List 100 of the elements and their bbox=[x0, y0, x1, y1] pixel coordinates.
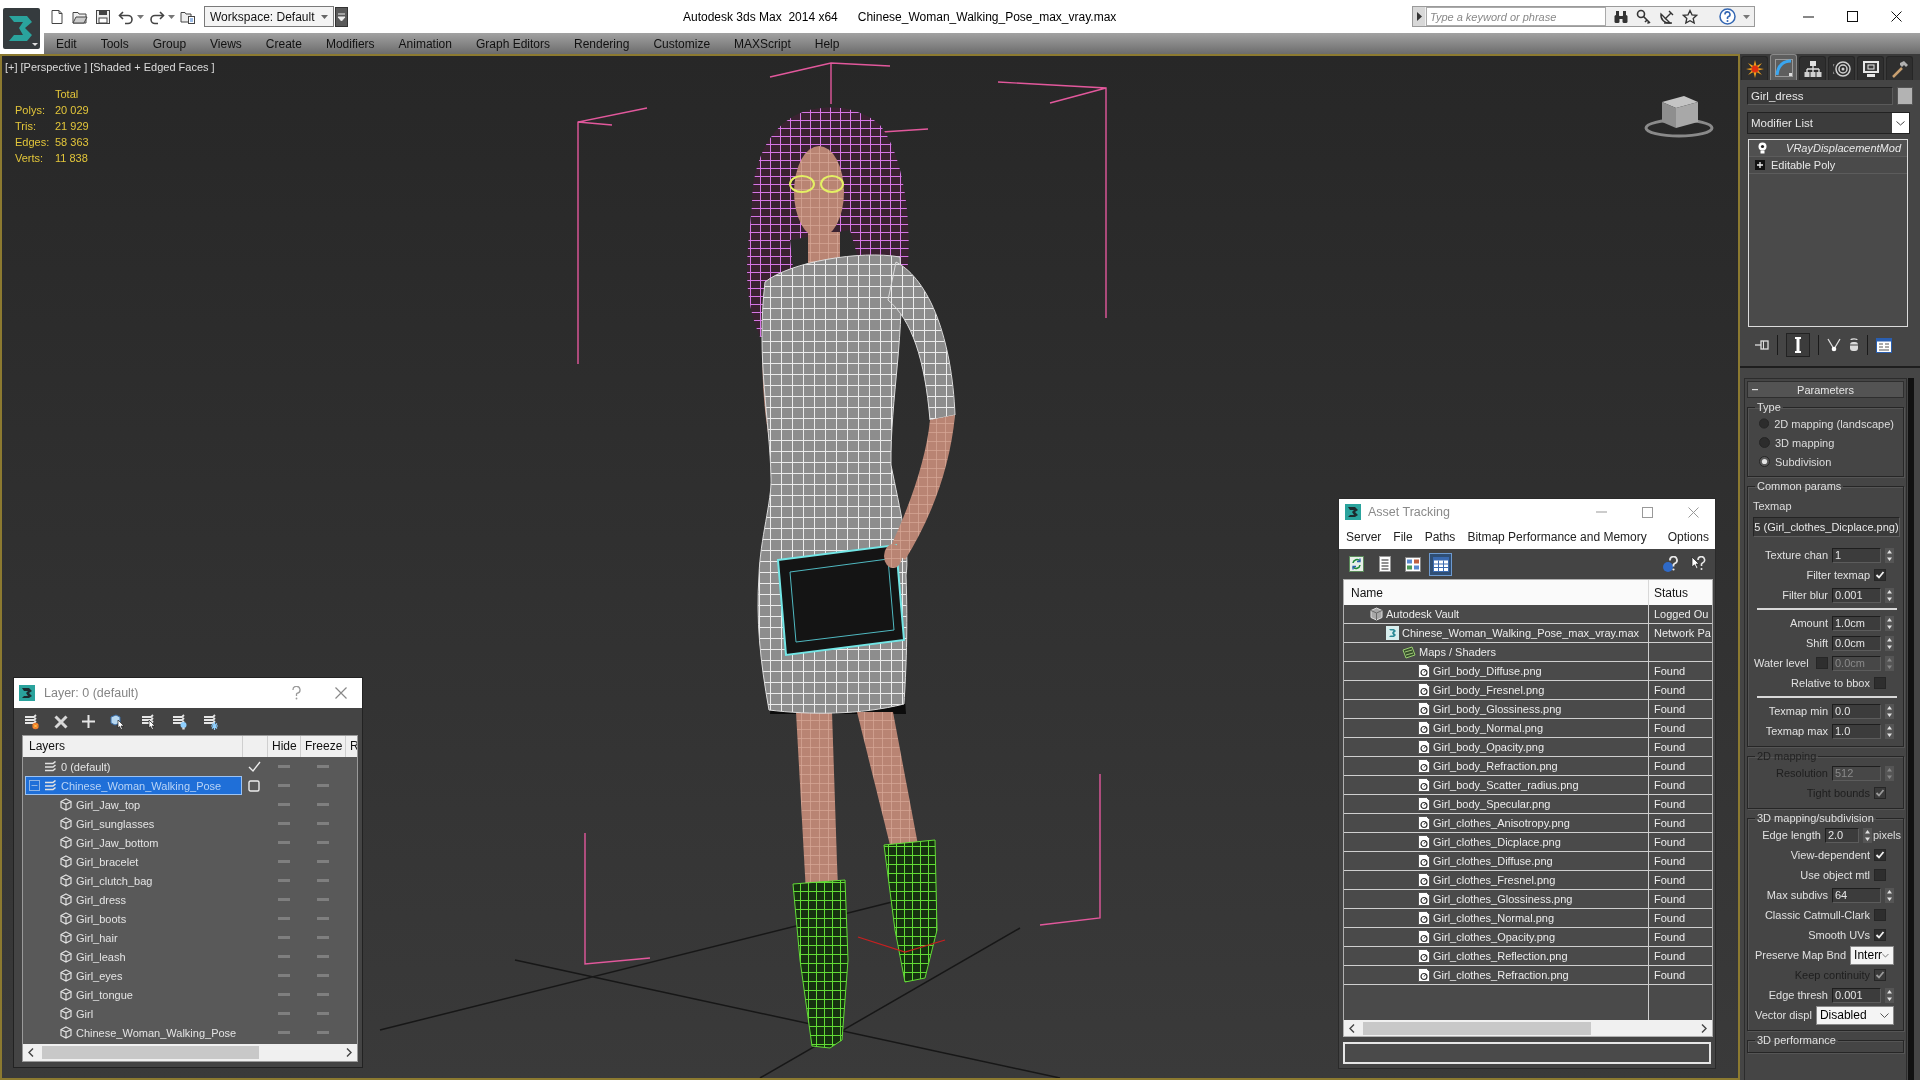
panel-tab[interactable] bbox=[1857, 56, 1884, 80]
radio-button[interactable] bbox=[1759, 456, 1770, 467]
spinner-field[interactable]: 2.0 bbox=[1824, 827, 1859, 843]
spinner-field[interactable]: 1 bbox=[1832, 547, 1881, 563]
close-icon[interactable] bbox=[1891, 11, 1902, 22]
layer-item[interactable]: Girl_bracelet bbox=[25, 852, 242, 871]
texmap-button[interactable]: 5 (Girl_clothes_Dicplace.png) bbox=[1753, 517, 1900, 537]
asset-name[interactable]: Girl_clothes_Diffuse.png bbox=[1433, 855, 1553, 867]
asset-name[interactable]: Maps / Shaders bbox=[1419, 646, 1497, 658]
chevron-right-icon[interactable] bbox=[346, 1048, 352, 1057]
path-field[interactable] bbox=[1343, 1042, 1711, 1064]
plus-box-icon[interactable] bbox=[1755, 160, 1765, 170]
chevron-left-icon[interactable] bbox=[1349, 1023, 1355, 1033]
stack-item[interactable]: Editable Poly bbox=[1749, 157, 1907, 174]
rollout-header[interactable]: Parameters bbox=[1747, 381, 1904, 398]
menu-item[interactable]: Customize bbox=[641, 36, 723, 51]
spinner-arrows[interactable] bbox=[1885, 887, 1894, 903]
plus-icon[interactable] bbox=[82, 715, 95, 728]
save-icon[interactable] bbox=[95, 8, 111, 25]
spinner-arrows[interactable] bbox=[1885, 587, 1894, 603]
viewport-menu-label[interactable]: [Shaded + Edged Faces ] bbox=[90, 61, 215, 73]
key-icon[interactable] bbox=[1636, 8, 1652, 25]
delete-icon[interactable] bbox=[54, 714, 68, 729]
layer-item[interactable]: 0 (default) bbox=[25, 757, 242, 776]
column-header[interactable]: Name bbox=[1344, 580, 1649, 605]
layer-item[interactable]: Girl_hair bbox=[25, 928, 242, 947]
checkbox[interactable] bbox=[1874, 869, 1886, 881]
asset-name[interactable]: Girl_body_Glossiness.png bbox=[1433, 703, 1562, 715]
menu-item[interactable]: Options bbox=[1661, 530, 1715, 544]
asset-name[interactable]: Girl_clothes_Dicplace.png bbox=[1433, 836, 1561, 848]
menu-item[interactable]: Rendering bbox=[562, 36, 642, 51]
asset-name[interactable]: Girl_clothes_Anisotropy.png bbox=[1433, 817, 1570, 829]
panel-tab[interactable] bbox=[1886, 56, 1913, 80]
radio-button[interactable] bbox=[1759, 418, 1770, 429]
checkbox[interactable] bbox=[1874, 909, 1886, 921]
spinner-arrows[interactable] bbox=[1885, 635, 1894, 651]
spinner-field[interactable]: 1.0cm bbox=[1832, 615, 1881, 631]
menu-item[interactable]: Paths bbox=[1418, 530, 1462, 544]
scrollbar[interactable] bbox=[1344, 1020, 1712, 1036]
layer-item[interactable]: Girl_clutch_bag bbox=[25, 871, 242, 890]
pin-icon[interactable] bbox=[1755, 340, 1769, 350]
asset-name[interactable]: Girl_clothes_Fresnel.png bbox=[1433, 874, 1556, 886]
spinner-arrows[interactable] bbox=[1862, 827, 1872, 843]
layers-snowflake-icon[interactable] bbox=[202, 713, 219, 730]
asset-name[interactable]: Girl_body_Normal.png bbox=[1433, 722, 1544, 734]
layer-item[interactable]: Chinese_Woman_Walking_Pose bbox=[25, 1023, 242, 1042]
bin-icon[interactable] bbox=[1849, 338, 1859, 352]
layer-item[interactable]: Girl_Jaw_top bbox=[25, 795, 242, 814]
undo-icon[interactable] bbox=[118, 8, 134, 25]
spinner-field[interactable]: 64 bbox=[1832, 887, 1881, 903]
dropdown[interactable]: Disabled bbox=[1815, 1005, 1894, 1025]
menu-item[interactable]: Animation bbox=[386, 36, 464, 51]
layers-bulb-icon[interactable] bbox=[171, 713, 188, 730]
spinner-arrows[interactable] bbox=[1885, 547, 1894, 563]
spinner-field[interactable]: 0.001 bbox=[1832, 587, 1881, 603]
view-button[interactable] bbox=[1429, 552, 1452, 576]
column-header[interactable]: Freeze bbox=[300, 736, 345, 757]
asset-name[interactable]: Chinese_Woman_Walking_Pose_max_vray.max bbox=[1402, 627, 1639, 639]
checkbox[interactable] bbox=[1874, 849, 1886, 861]
asset-name[interactable]: Girl_body_Diffuse.png bbox=[1433, 665, 1542, 677]
bulb-icon[interactable] bbox=[1758, 142, 1767, 154]
caret-icon[interactable] bbox=[168, 14, 175, 19]
asset-name[interactable]: Girl_body_Fresnel.png bbox=[1433, 684, 1545, 696]
menu-item[interactable]: Bitmap Performance and Memory bbox=[1461, 530, 1653, 544]
scrollbar-thumb[interactable] bbox=[1363, 1021, 1591, 1035]
satellite-dish-icon[interactable] bbox=[1659, 8, 1675, 25]
minimize-icon[interactable] bbox=[1803, 15, 1814, 18]
asset-name[interactable]: Girl_body_Specular.png bbox=[1433, 798, 1551, 810]
object-name-field[interactable]: Girl_dress bbox=[1747, 87, 1893, 105]
chevron-left-icon[interactable] bbox=[28, 1048, 34, 1057]
menu-item[interactable]: Modifiers bbox=[313, 36, 387, 51]
color-swatch[interactable] bbox=[1897, 87, 1913, 105]
help-icon[interactable] bbox=[1719, 8, 1736, 25]
viewport-menu-label[interactable]: [Perspective ] bbox=[20, 61, 88, 73]
help-cursor-icon[interactable] bbox=[1691, 555, 1707, 573]
cube-cursor-icon[interactable] bbox=[109, 713, 126, 730]
menu-item[interactable]: Graph Editors bbox=[463, 36, 562, 51]
spinner-field[interactable]: 0.001 bbox=[1832, 987, 1881, 1003]
bar-icon[interactable] bbox=[1786, 333, 1810, 357]
workspace-dropdown[interactable]: Workspace: Default bbox=[204, 6, 334, 27]
layer-item[interactable]: Girl bbox=[25, 1004, 242, 1023]
caret-icon[interactable] bbox=[137, 14, 144, 19]
menu-item[interactable]: Edit bbox=[44, 36, 89, 51]
checkbox[interactable] bbox=[1874, 569, 1886, 581]
panel-tab[interactable] bbox=[1799, 56, 1826, 80]
menu-item[interactable]: Server bbox=[1340, 530, 1388, 544]
layer-item[interactable]: Girl_tongue bbox=[25, 985, 242, 1004]
new-file-icon[interactable] bbox=[49, 8, 65, 25]
panel-tab[interactable] bbox=[1741, 56, 1768, 80]
scrollbar-thumb[interactable] bbox=[42, 1046, 259, 1059]
star-icon[interactable] bbox=[1682, 8, 1698, 25]
layer-item[interactable]: Girl_eyes bbox=[25, 966, 242, 985]
panel-tab[interactable] bbox=[1828, 56, 1855, 80]
radio-button[interactable] bbox=[1759, 437, 1770, 448]
app-logo-icon[interactable] bbox=[3, 8, 40, 49]
layer-item[interactable]: Girl_leash bbox=[25, 947, 242, 966]
layer-item[interactable]: Girl_dress bbox=[25, 890, 242, 909]
spinner-field[interactable]: 1.0 bbox=[1832, 723, 1881, 739]
asset-name[interactable]: Girl_clothes_Glossiness.png bbox=[1433, 893, 1573, 905]
menu-item[interactable]: Views bbox=[198, 36, 254, 51]
